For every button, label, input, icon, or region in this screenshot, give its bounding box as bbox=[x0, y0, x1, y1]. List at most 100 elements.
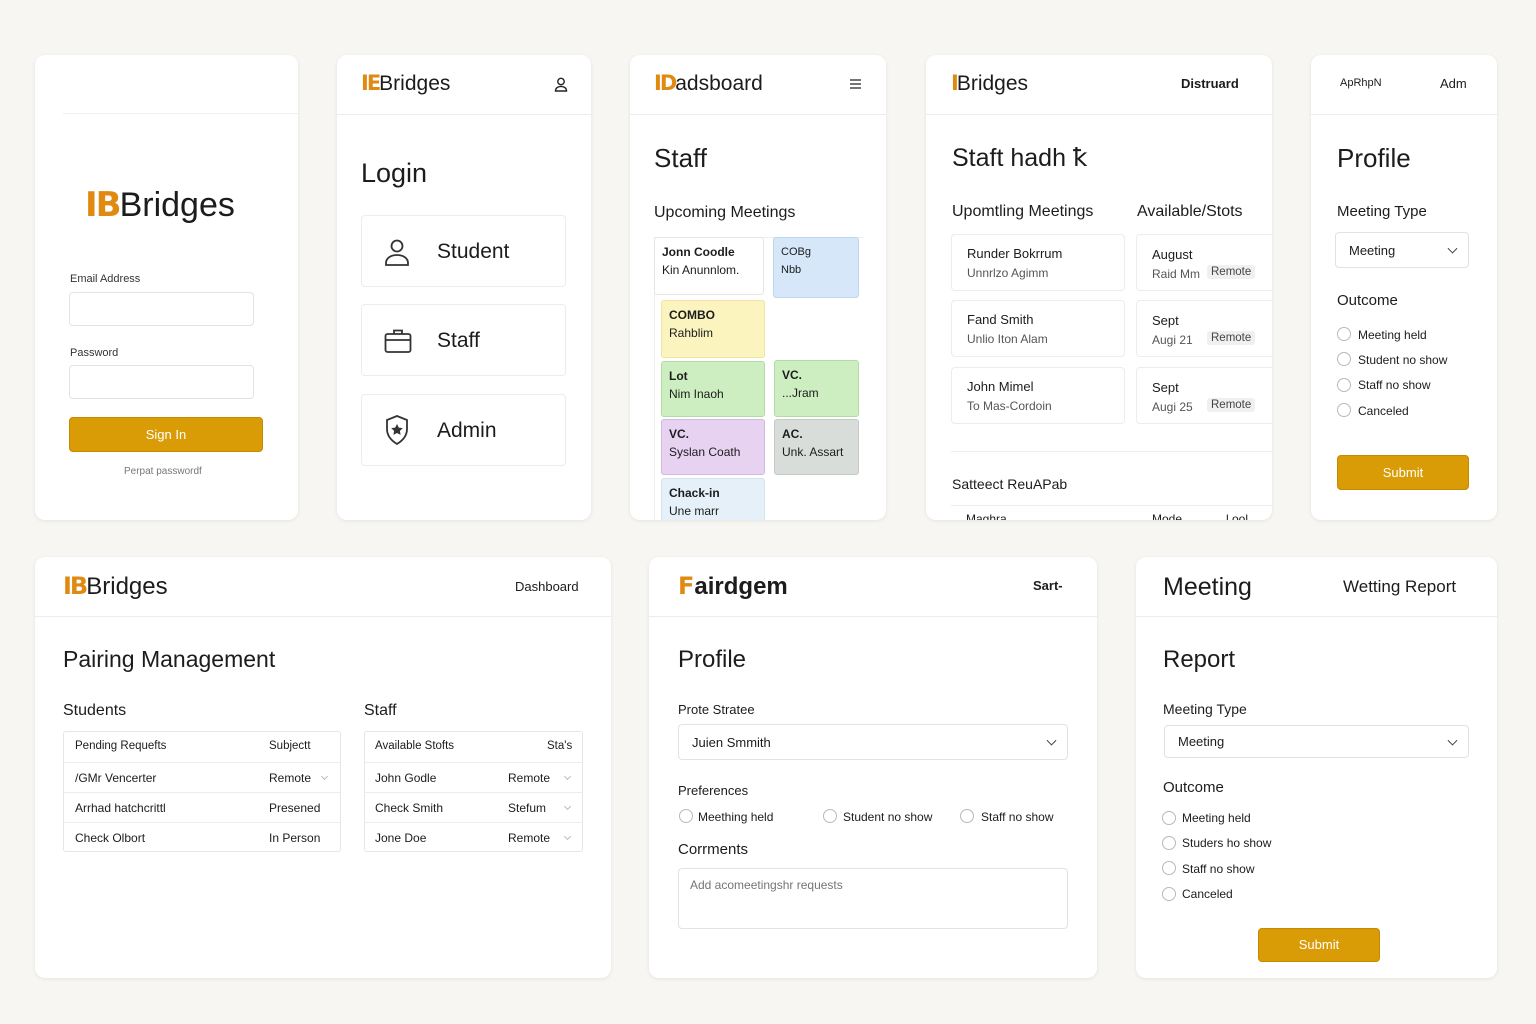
profile-select[interactable]: Juien Smmith bbox=[678, 724, 1068, 760]
preference-radio[interactable] bbox=[960, 809, 974, 823]
nav-admin-link[interactable]: Adm bbox=[1440, 76, 1467, 91]
role-staff-button[interactable]: Staff bbox=[361, 304, 566, 376]
nav-dashboard-link[interactable]: Distruard bbox=[1181, 76, 1239, 91]
outcome-option-label: Staff no show bbox=[1358, 378, 1431, 392]
outcome-radio[interactable] bbox=[1162, 836, 1176, 850]
preference-option-label: Meething held bbox=[698, 810, 774, 824]
slot-mode-badge: Remote bbox=[1207, 331, 1256, 345]
role-admin-button[interactable]: Admin bbox=[361, 394, 566, 466]
page-title: Profile bbox=[678, 646, 747, 673]
role-student-button[interactable]: Student bbox=[361, 215, 566, 287]
page-title: Staff bbox=[654, 143, 708, 173]
outcome-radio[interactable] bbox=[1162, 861, 1176, 875]
cell-title: Chack-in bbox=[669, 486, 720, 500]
nav-dashboard-link[interactable]: Dashboard bbox=[515, 579, 579, 594]
outcome-radio[interactable] bbox=[1337, 378, 1351, 392]
column-header: Available Stofts bbox=[375, 740, 455, 752]
staff-mode: Stefum bbox=[508, 801, 547, 815]
cell-title: Lot bbox=[669, 369, 688, 383]
comments-textarea[interactable] bbox=[678, 868, 1068, 929]
password-label: Password bbox=[70, 347, 119, 359]
outcome-option-label: Meeting held bbox=[1182, 811, 1251, 825]
preference-radio[interactable] bbox=[679, 809, 693, 823]
meeting-card[interactable]: John Mimel To Mas-Cordoin bbox=[951, 367, 1125, 424]
meeting-name: Fand Smith bbox=[967, 312, 1034, 327]
table-header: Mode bbox=[1152, 512, 1183, 520]
slot-card[interactable]: August Raid Mm Remote bbox=[1136, 234, 1272, 291]
meeting-type-label: Meeting Type bbox=[1337, 203, 1427, 220]
table-row[interactable]: Check Olbort In Person bbox=[64, 822, 340, 852]
page-title: Profile bbox=[1337, 143, 1411, 173]
email-field[interactable] bbox=[69, 292, 254, 326]
meeting-cell[interactable]: VC. Syslan Coath bbox=[661, 419, 765, 475]
meeting-type-select[interactable]: Meeting bbox=[1164, 725, 1469, 758]
slot-date: Augi 21 bbox=[1152, 333, 1193, 347]
meeting-cell[interactable]: AC. Unk. Assart bbox=[774, 419, 859, 475]
slot-card[interactable]: Sept Augi 21 Remote bbox=[1136, 300, 1272, 357]
user-icon[interactable] bbox=[554, 77, 568, 92]
meeting-cell[interactable]: Lot Nim Inaoh bbox=[661, 361, 765, 417]
chevron-down-icon[interactable] bbox=[320, 772, 329, 781]
submit-button[interactable]: Submit bbox=[1258, 928, 1380, 962]
logo-mark-icon: IB bbox=[85, 185, 122, 225]
upcoming-meetings-label: Upomtling Meetings bbox=[952, 203, 1094, 220]
outcome-option-label: Student no show bbox=[1358, 353, 1448, 367]
preference-radio[interactable] bbox=[823, 809, 837, 823]
outcome-radio[interactable] bbox=[1162, 887, 1176, 901]
table-row[interactable]: John Godle Remote bbox=[365, 762, 582, 792]
meeting-type-select[interactable]: Meeting bbox=[1335, 232, 1469, 268]
nav-link[interactable]: Sart- bbox=[1033, 578, 1063, 593]
header: Meeting Wetting Report bbox=[1136, 557, 1497, 617]
chevron-down-icon[interactable] bbox=[563, 772, 572, 781]
page-title: Staft hadh ꝁ bbox=[952, 144, 1088, 172]
submit-button[interactable]: Submit bbox=[1337, 455, 1469, 490]
column-header: Subjectt bbox=[269, 740, 311, 752]
outcome-option-label: Canceled bbox=[1358, 404, 1409, 418]
forgot-password-link[interactable]: Perpat passwordf bbox=[124, 466, 202, 477]
table-header-row: Available Stofts Sta's bbox=[365, 732, 582, 762]
table-row[interactable]: Arrhad hatchcrittl Presened bbox=[64, 792, 340, 822]
table-header-row: Pending Requefts Subjectt bbox=[64, 732, 340, 762]
brand-name: adsboard bbox=[675, 72, 763, 95]
meeting-cell[interactable]: Chack-in Une marr bbox=[661, 478, 765, 520]
meeting-cell[interactable]: Jonn Coodle Kin Anunnlom. bbox=[654, 237, 764, 295]
meeting-cell[interactable]: COBg Nbb bbox=[773, 237, 859, 298]
slot-card[interactable]: Sept Augi 25 Remote bbox=[1136, 367, 1272, 424]
meeting-cell[interactable]: COMBO Rahblim bbox=[661, 300, 765, 358]
student-name: Arrhad hatchcrittl bbox=[75, 801, 166, 815]
briefcase-icon bbox=[384, 329, 412, 353]
nav-meeting-report-link[interactable]: Wetting Report bbox=[1343, 577, 1456, 597]
outcome-radio[interactable] bbox=[1337, 403, 1351, 417]
meeting-card[interactable]: Fand Smith Unlio Iton Alam bbox=[951, 300, 1125, 357]
table-row[interactable]: /GMr Vencerter Remote bbox=[64, 762, 340, 792]
outcome-radio[interactable] bbox=[1337, 352, 1351, 366]
app-logo: IDadsboard bbox=[654, 71, 763, 96]
app-logo: IBridges bbox=[951, 71, 1028, 96]
chevron-down-icon[interactable] bbox=[563, 802, 572, 811]
meeting-sub: Unlio Iton Alam bbox=[967, 332, 1048, 346]
role-label: Staff bbox=[437, 329, 480, 352]
logo-mark-icon: F bbox=[678, 572, 695, 600]
cell-subtitle: Syslan Coath bbox=[669, 445, 741, 459]
slot-month: Sept bbox=[1152, 380, 1179, 395]
shield-star-icon bbox=[386, 415, 408, 446]
header-title: Meeting bbox=[1163, 573, 1252, 601]
students-table: Pending Requefts Subjectt /GMr Vencerter… bbox=[63, 731, 341, 852]
chevron-down-icon[interactable] bbox=[563, 832, 572, 841]
menu-icon[interactable] bbox=[850, 79, 861, 89]
outcome-radio[interactable] bbox=[1162, 811, 1176, 825]
staff-name: John Godle bbox=[375, 771, 437, 785]
outcome-radio[interactable] bbox=[1337, 327, 1351, 341]
table-row[interactable]: Check Smith Stefum bbox=[365, 792, 582, 822]
cell-title: VC. bbox=[669, 427, 690, 441]
meeting-card[interactable]: Runder Bokrrum Unnrlzo Agimm bbox=[951, 234, 1125, 291]
chevron-down-icon bbox=[1447, 243, 1458, 254]
section-divider bbox=[951, 451, 1272, 452]
meeting-report-card: Meeting Wetting Report Report Meeting Ty… bbox=[1136, 557, 1497, 978]
chevron-down-icon bbox=[1447, 735, 1458, 746]
meeting-cell[interactable]: VC. ...Jram bbox=[774, 360, 859, 417]
sign-in-button[interactable]: Sign In bbox=[69, 417, 263, 452]
password-field[interactable] bbox=[69, 365, 254, 399]
preference-option-label: Staff no show bbox=[981, 810, 1054, 824]
table-row[interactable]: Jone Doe Remote bbox=[365, 822, 582, 852]
